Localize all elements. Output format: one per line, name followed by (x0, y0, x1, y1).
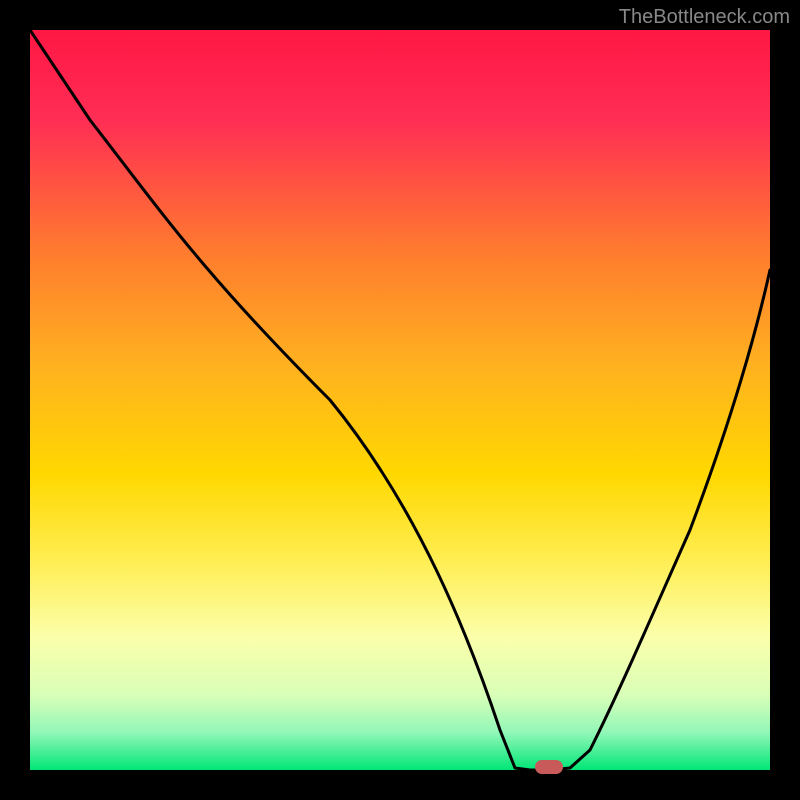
bottleneck-chart (0, 0, 800, 800)
chart-container: TheBottleneck.com (0, 0, 800, 800)
optimal-point-marker (535, 760, 563, 774)
watermark-label: TheBottleneck.com (619, 6, 790, 29)
plot-background (30, 30, 770, 770)
